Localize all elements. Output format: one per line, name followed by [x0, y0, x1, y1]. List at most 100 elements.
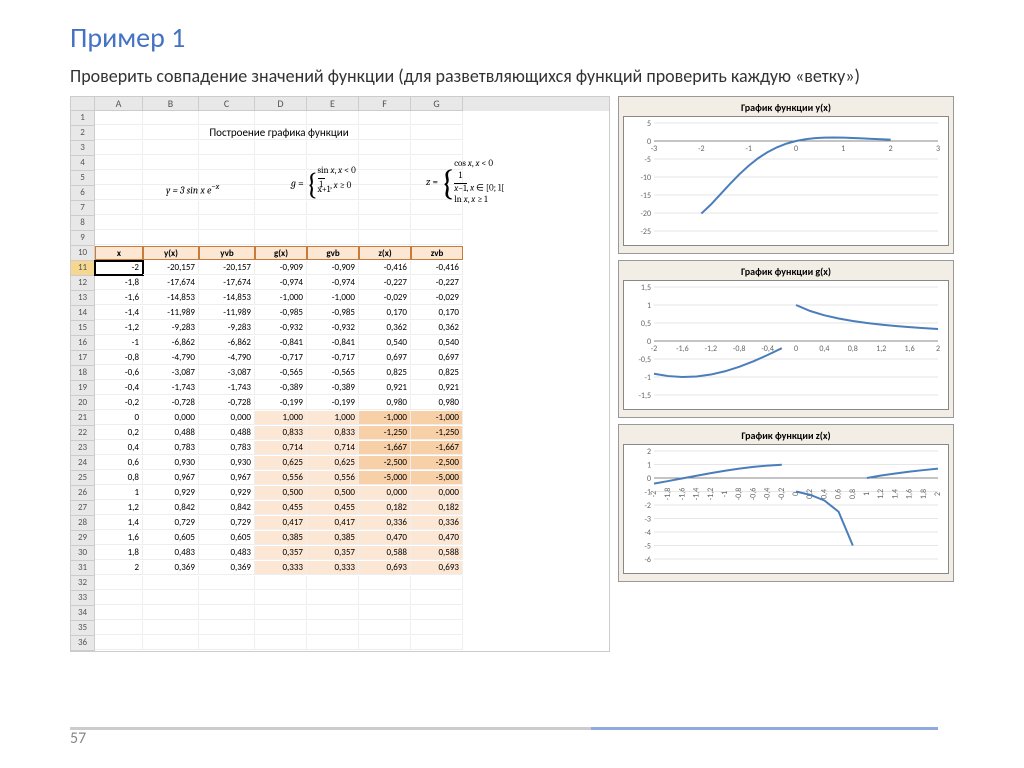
cell[interactable]: 0 [95, 411, 143, 425]
cell[interactable]: -0,974 [255, 276, 307, 290]
cell[interactable]: -1,250 [359, 426, 411, 440]
cell[interactable]: -1,2 [95, 321, 143, 335]
cell[interactable]: -4,790 [199, 351, 255, 365]
cell[interactable]: -9,283 [143, 321, 199, 335]
cell[interactable]: 0,336 [411, 516, 463, 530]
cell[interactable]: 0,697 [411, 351, 463, 365]
cell[interactable] [359, 591, 411, 605]
cell[interactable]: -1 [95, 336, 143, 350]
cell[interactable]: 0,333 [307, 561, 359, 575]
cell[interactable]: 0,417 [307, 516, 359, 530]
cell[interactable]: 0,556 [307, 471, 359, 485]
cell[interactable] [359, 231, 411, 245]
cell[interactable] [359, 576, 411, 590]
cell[interactable]: 0,540 [359, 336, 411, 350]
cell[interactable]: 0,369 [143, 561, 199, 575]
cell[interactable] [199, 606, 255, 620]
cell[interactable]: 0,693 [411, 561, 463, 575]
cell[interactable] [143, 141, 199, 155]
cell[interactable]: 0,783 [199, 441, 255, 455]
cell[interactable]: 0,488 [199, 426, 255, 440]
cell[interactable]: 0,385 [255, 531, 307, 545]
cell[interactable]: 0,729 [199, 516, 255, 530]
cell[interactable]: 0,336 [359, 516, 411, 530]
cell[interactable]: g(x) [255, 246, 307, 260]
cell[interactable]: -0,416 [411, 261, 463, 275]
cell[interactable]: -1,4 [95, 306, 143, 320]
cell[interactable]: -17,674 [199, 276, 255, 290]
cell[interactable]: 0,540 [411, 336, 463, 350]
cell[interactable] [307, 111, 359, 125]
cell[interactable] [411, 141, 463, 155]
cell[interactable]: 0,929 [199, 486, 255, 500]
cell[interactable]: -11,989 [143, 306, 199, 320]
cell[interactable]: 0,500 [307, 486, 359, 500]
cell[interactable]: -1,8 [95, 276, 143, 290]
cell[interactable]: 0,967 [143, 471, 199, 485]
cell[interactable]: -0,565 [307, 366, 359, 380]
cell[interactable]: 0,625 [255, 456, 307, 470]
cell[interactable] [143, 591, 199, 605]
cell[interactable] [95, 621, 143, 635]
cell[interactable]: -17,674 [143, 276, 199, 290]
cell[interactable] [307, 591, 359, 605]
cell[interactable] [359, 141, 411, 155]
cell[interactable]: 0,825 [411, 366, 463, 380]
cell[interactable] [199, 636, 255, 650]
cell[interactable]: 0,825 [359, 366, 411, 380]
cell[interactable]: 0,625 [307, 456, 359, 470]
cell[interactable]: -11,989 [199, 306, 255, 320]
cell[interactable] [255, 591, 307, 605]
cell[interactable]: -0,717 [307, 351, 359, 365]
cell[interactable]: 1 [95, 486, 143, 500]
cell[interactable] [143, 576, 199, 590]
cell[interactable]: 0,714 [307, 441, 359, 455]
cell[interactable]: 0,833 [255, 426, 307, 440]
cell[interactable]: z(x) [359, 246, 411, 260]
cell[interactable]: -3,087 [143, 366, 199, 380]
cell[interactable] [95, 576, 143, 590]
cell[interactable]: 0,588 [411, 546, 463, 560]
cell[interactable]: 0,455 [307, 501, 359, 515]
cell[interactable] [411, 621, 463, 635]
cell[interactable] [199, 621, 255, 635]
cell[interactable]: 0,714 [255, 441, 307, 455]
cell[interactable]: -0,841 [255, 336, 307, 350]
cell[interactable]: -2,500 [411, 456, 463, 470]
cell[interactable]: x [95, 246, 143, 260]
cell[interactable] [143, 636, 199, 650]
cell[interactable]: -1,667 [411, 441, 463, 455]
cell[interactable]: 0,483 [199, 546, 255, 560]
cell[interactable]: 0,967 [199, 471, 255, 485]
cell[interactable] [255, 141, 307, 155]
cell[interactable]: 0,697 [359, 351, 411, 365]
cell[interactable]: 0,605 [143, 531, 199, 545]
cell[interactable]: -0,416 [359, 261, 411, 275]
cell[interactable] [95, 231, 143, 245]
cell[interactable]: -3,087 [199, 366, 255, 380]
cell[interactable] [411, 231, 463, 245]
cell[interactable]: 0,729 [143, 516, 199, 530]
cell[interactable] [411, 606, 463, 620]
cell[interactable]: 1,000 [307, 411, 359, 425]
cell[interactable]: 0,842 [199, 501, 255, 515]
cell[interactable]: -0,389 [307, 381, 359, 395]
cell[interactable]: 0,930 [199, 456, 255, 470]
cell[interactable]: -1,000 [255, 291, 307, 305]
cell[interactable]: -1,250 [411, 426, 463, 440]
cell[interactable] [411, 111, 463, 125]
cell[interactable]: 0,783 [143, 441, 199, 455]
cell[interactable]: 0,483 [143, 546, 199, 560]
cell[interactable]: -9,283 [199, 321, 255, 335]
cell[interactable]: 0,488 [143, 426, 199, 440]
cell[interactable]: 0,455 [255, 501, 307, 515]
cell[interactable]: 0,385 [307, 531, 359, 545]
cell[interactable]: 0,2 [95, 426, 143, 440]
cell[interactable] [255, 621, 307, 635]
cell[interactable]: 0,693 [359, 561, 411, 575]
cell[interactable]: -1,743 [199, 381, 255, 395]
cell[interactable]: 0,170 [411, 306, 463, 320]
cell[interactable]: -1,000 [307, 291, 359, 305]
cell[interactable]: 0,000 [359, 486, 411, 500]
cell[interactable]: 0,333 [255, 561, 307, 575]
